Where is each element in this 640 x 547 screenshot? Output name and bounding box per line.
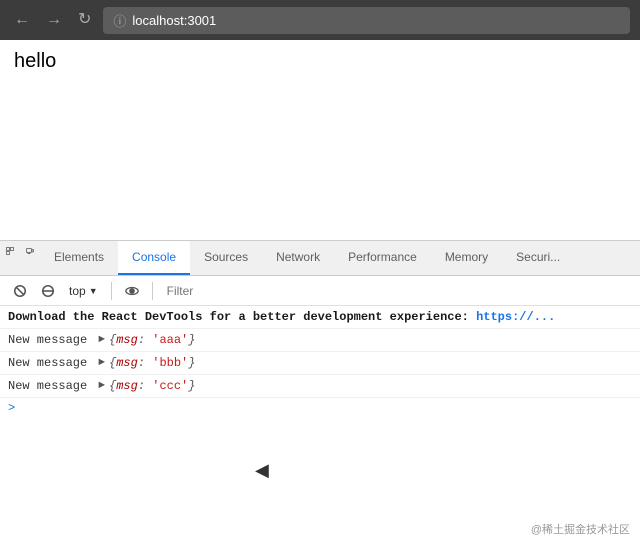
toolbar-divider2: [152, 282, 153, 300]
tab-security[interactable]: Securi...: [502, 241, 574, 275]
tab-memory[interactable]: Memory: [431, 241, 502, 275]
expand-arrow-1[interactable]: ►: [98, 331, 105, 349]
expand-arrow-2[interactable]: ►: [98, 354, 105, 372]
log-object-1: {msg: 'aaa'}: [109, 331, 195, 349]
log-prefix-2: New message: [8, 354, 94, 372]
context-selector[interactable]: top ▼: [64, 282, 103, 300]
devtools-toolbar: top ▼: [0, 276, 640, 306]
watermark: @稀土掘金技术社区: [531, 521, 630, 537]
clear-console-button[interactable]: [8, 281, 32, 301]
log-object-2: {msg: 'bbb'}: [109, 354, 195, 372]
console-log-line-2: New message ► {msg: 'bbb'}: [0, 352, 640, 375]
filter-input[interactable]: [161, 282, 632, 300]
console-log-line-1: New message ► {msg: 'aaa'}: [0, 329, 640, 352]
devtools-tabs: Elements Console Sources Network Perform…: [0, 241, 640, 276]
tab-console[interactable]: Console: [118, 241, 190, 275]
info-icon: ⓘ: [113, 11, 126, 30]
expand-arrow-3[interactable]: ►: [98, 377, 105, 395]
log-object-3: {msg: 'ccc'}: [109, 377, 195, 395]
forward-button[interactable]: →: [42, 8, 66, 32]
block-requests-button[interactable]: [36, 281, 60, 301]
eye-icon-button[interactable]: [120, 281, 144, 301]
log-prefix-3: New message: [8, 377, 94, 395]
page-hello-text: hello: [14, 50, 56, 72]
element-picker-icon[interactable]: [0, 241, 20, 261]
react-devtools-link[interactable]: https://...: [476, 308, 555, 326]
react-devtools-text: Download the React DevTools for a better…: [8, 308, 476, 326]
toolbar-divider: [111, 282, 112, 300]
address-bar[interactable]: ⓘ localhost:3001: [103, 7, 630, 34]
reload-button[interactable]: ↻: [74, 8, 95, 32]
context-label: top: [69, 284, 86, 298]
tab-network[interactable]: Network: [262, 241, 334, 275]
console-output: Download the React DevTools for a better…: [0, 306, 640, 547]
page-content: hello: [0, 40, 640, 240]
console-react-devtools-line: Download the React DevTools for a better…: [0, 306, 640, 329]
tab-performance[interactable]: Performance: [334, 241, 431, 275]
browser-toolbar: ← → ↻ ⓘ localhost:3001: [0, 0, 640, 40]
devtools-panel: Elements Console Sources Network Perform…: [0, 240, 640, 547]
log-prefix-1: New message: [8, 331, 94, 349]
device-icon[interactable]: [20, 241, 40, 261]
back-button[interactable]: ←: [10, 8, 34, 32]
console-log-line-3: New message ► {msg: 'ccc'}: [0, 375, 640, 398]
tab-elements[interactable]: Elements: [40, 241, 118, 275]
tab-sources[interactable]: Sources: [190, 241, 262, 275]
console-prompt: >: [0, 398, 640, 418]
url-text: localhost:3001: [132, 13, 216, 28]
dropdown-icon: ▼: [89, 286, 98, 296]
